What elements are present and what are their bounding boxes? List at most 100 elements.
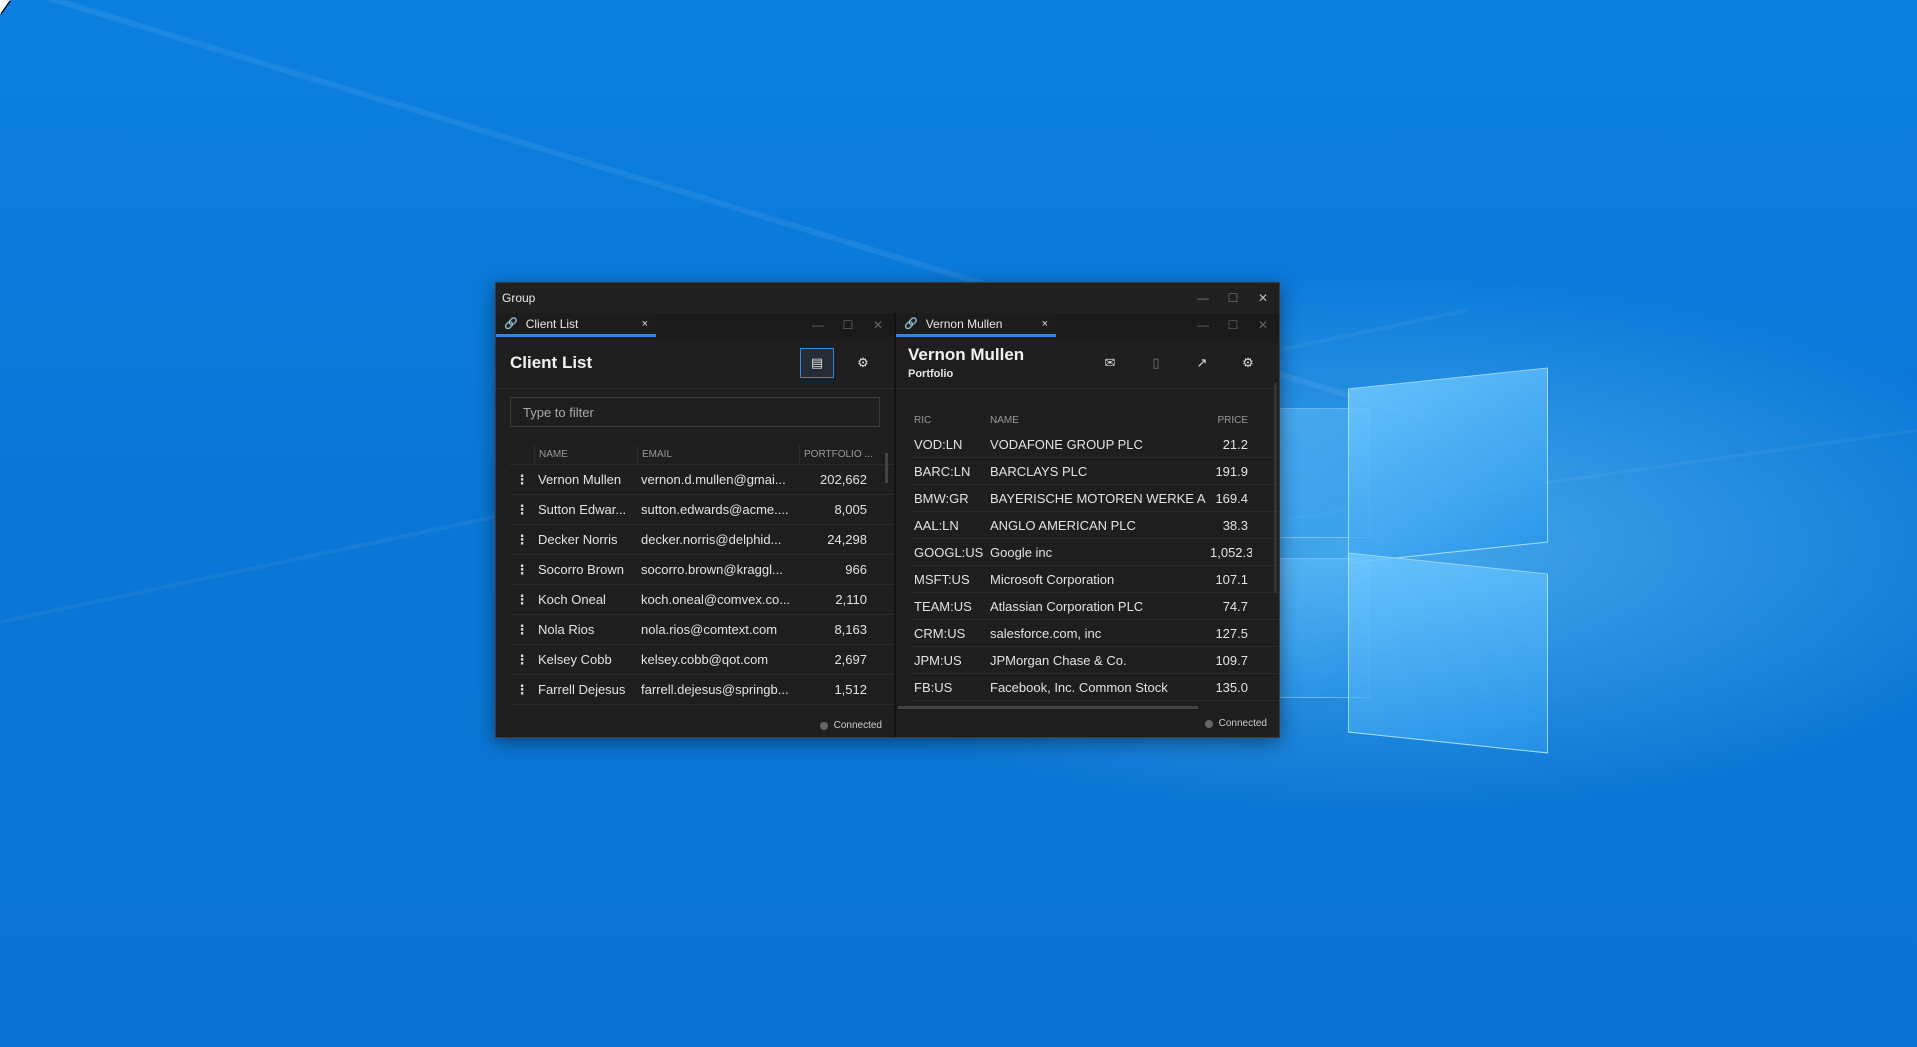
table-row[interactable]: FB:US Facebook, Inc. Common Stock 135.0 (910, 674, 1279, 701)
portfolio-header: Vernon Mullen Portfolio ✉ ▯ ↗ ⚙ (896, 337, 1279, 389)
settings-button[interactable]: ⚙ (1231, 348, 1265, 378)
row-menu-icon[interactable]: ⋮ (510, 652, 534, 668)
close-icon[interactable]: ✕ (1253, 291, 1273, 305)
maximize-icon[interactable]: ☐ (838, 318, 858, 332)
column-header-price[interactable]: PRICE (1206, 415, 1252, 426)
vertical-scrollbar[interactable] (885, 453, 888, 483)
column-header-portfolio[interactable]: PORTFOLIO ... (799, 445, 879, 464)
page-title: Client List (510, 352, 593, 372)
ric-cell: AAL:LN (914, 517, 959, 533)
client-email: koch.oneal@comvex.co... (641, 592, 791, 607)
row-menu-icon[interactable]: ⋮ (510, 682, 534, 698)
menu-column-header (510, 445, 534, 464)
table-row[interactable]: ⋮ Kelsey Cobb kelsey.cobb@qot.com 2,697 (510, 645, 894, 675)
filter-input[interactable] (510, 397, 880, 427)
client-email: nola.rios@comtext.com (641, 622, 778, 637)
link-icon[interactable]: 🔗 (504, 317, 518, 330)
price-cell: 191.9 (1215, 463, 1248, 479)
table-row[interactable]: BMW:GR BAYERISCHE MOTOREN WERKE AG 169.4 (910, 485, 1279, 512)
table-row[interactable]: MSFT:US Microsoft Corporation 107.1 (910, 566, 1279, 593)
grid-view-button[interactable]: ▤ (800, 347, 834, 378)
minimize-icon[interactable]: — (808, 318, 828, 332)
maximize-icon[interactable]: ☐ (1223, 291, 1243, 305)
table-row[interactable]: ⋮ Sutton Edwar... sutton.edwards@acme.... 8… (510, 495, 894, 525)
table-row[interactable]: BARC:LN BARCLAYS PLC 191.9 (910, 458, 1279, 485)
column-header-email[interactable]: EMAIL (637, 445, 799, 464)
ric-cell: TEAM:US (914, 598, 972, 614)
maximize-icon[interactable]: ☐ (1223, 318, 1243, 332)
page-subtitle: Portfolio (908, 368, 954, 380)
mouse-cursor (0, 0, 10, 14)
tab-client-list[interactable]: 🔗 Client List × (496, 313, 656, 337)
row-menu-icon[interactable]: ⋮ (510, 562, 534, 578)
name-cell: BAYERISCHE MOTOREN WERKE AG (990, 490, 1206, 506)
table-row[interactable]: ⋮ Koch Oneal koch.oneal@comvex.co... 2,110 (510, 585, 894, 615)
table-row[interactable]: CRM:US salesforce.com, inc 127.5 (910, 620, 1279, 647)
client-email: farrell.dejesus@springb... (641, 682, 789, 697)
window-title: Group (502, 291, 536, 305)
column-header-ric[interactable]: RIC (910, 415, 986, 426)
page-title: Vernon Mullen (908, 345, 1025, 364)
table-row[interactable]: ⋮ Farrell Dejesus farrell.dejesus@springb.… (510, 675, 894, 705)
row-menu-icon[interactable]: ⋮ (510, 532, 534, 548)
price-cell: 38.3 (1222, 517, 1248, 533)
price-cell: 21.2 (1222, 436, 1248, 452)
table-row[interactable]: JPM:US JPMorgan Chase & Co. 109.7 (910, 647, 1279, 674)
name-cell: VODAFONE GROUP PLC (990, 436, 1143, 452)
tab-label: Vernon Mullen (925, 316, 1003, 331)
window-titlebar[interactable]: Group — ☐ ✕ (496, 283, 1279, 313)
status-dot (819, 721, 828, 730)
column-header-name[interactable]: NAME (986, 415, 1206, 426)
table-row[interactable]: GOOGL:US Google inc 1,052.3 (910, 539, 1279, 566)
row-menu-icon[interactable]: ⋮ (510, 472, 534, 488)
client-portfolio-value: 8,005 (834, 502, 867, 517)
client-portfolio-value: 8,163 (834, 622, 867, 637)
table-row[interactable]: AAL:LN ANGLO AMERICAN PLC 38.3 (910, 512, 1279, 539)
mail-icon: ✉ (1104, 354, 1116, 370)
client-email: sutton.edwards@acme.... (641, 502, 789, 517)
tab-close-icon[interactable]: × (1042, 318, 1048, 330)
name-cell: salesforce.com, inc (990, 625, 1102, 641)
chart-button[interactable]: ↗ (1185, 348, 1219, 378)
name-cell: Facebook, Inc. Common Stock (990, 679, 1168, 695)
ric-cell: VOD:LN (914, 436, 963, 452)
table-row[interactable]: ⋮ Socorro Brown socorro.brown@kraggl... 966 (510, 555, 894, 585)
close-icon[interactable]: ✕ (1253, 318, 1273, 332)
client-name: Kelsey Cobb (538, 652, 612, 667)
document-icon: ▯ (1152, 354, 1160, 370)
email-button[interactable]: ✉ (1093, 348, 1127, 378)
price-cell: 169.4 (1215, 490, 1248, 506)
table-row[interactable]: TEAM:US Atlassian Corporation PLC 74.7 (910, 593, 1279, 620)
row-menu-icon[interactable]: ⋮ (510, 502, 534, 518)
client-portfolio-value: 966 (845, 562, 867, 577)
client-name: Farrell Dejesus (538, 682, 626, 697)
close-icon[interactable]: ✕ (868, 318, 888, 332)
portfolio-table-body: VOD:LN VODAFONE GROUP PLC 21.2 BARC:LN BARC… (896, 431, 1279, 701)
table-row[interactable]: ⋮ Nola Rios nola.rios@comtext.com 8,163 (510, 615, 894, 645)
table-row[interactable]: VOD:LN VODAFONE GROUP PLC 21.2 (910, 431, 1279, 458)
table-row[interactable]: ⋮ Decker Norris decker.norris@delphid... 24… (510, 525, 894, 555)
minimize-icon[interactable]: — (1193, 291, 1213, 305)
settings-button[interactable]: ⚙ (846, 348, 880, 378)
group-window[interactable]: Group — ☐ ✕ 🔗 Client List × — ☐ ✕ Client… (495, 282, 1280, 738)
document-button[interactable]: ▯ (1139, 348, 1173, 378)
vertical-scrollbar[interactable] (1274, 383, 1277, 593)
windows-logo (1270, 367, 1550, 754)
portfolio-panel: 🔗 Vernon Mullen × — ☐ ✕ Vernon Mullen Po… (896, 313, 1279, 737)
client-email: kelsey.cobb@qot.com (641, 652, 769, 667)
link-icon[interactable]: 🔗 (904, 317, 918, 330)
table-row[interactable]: ⋮ Vernon Mullen vernon.d.mullen@gmai... 202… (510, 465, 894, 495)
tab-close-icon[interactable]: × (642, 318, 648, 330)
column-header-name[interactable]: NAME (534, 445, 637, 464)
client-list-tabbar: 🔗 Client List × — ☐ ✕ (496, 313, 894, 337)
name-cell: Atlassian Corporation PLC (990, 598, 1144, 614)
minimize-icon[interactable]: — (1193, 318, 1213, 332)
row-menu-icon[interactable]: ⋮ (510, 592, 534, 608)
row-menu-icon[interactable]: ⋮ (510, 622, 534, 638)
name-cell: BARCLAYS PLC (990, 463, 1088, 479)
horizontal-scrollbar[interactable] (898, 706, 1198, 709)
tab-vernon-mullen[interactable]: 🔗 Vernon Mullen × (896, 313, 1056, 337)
ric-cell: GOOGL:US (914, 544, 984, 560)
client-name: Vernon Mullen (538, 472, 622, 487)
client-name: Sutton Edwar... (538, 502, 627, 517)
